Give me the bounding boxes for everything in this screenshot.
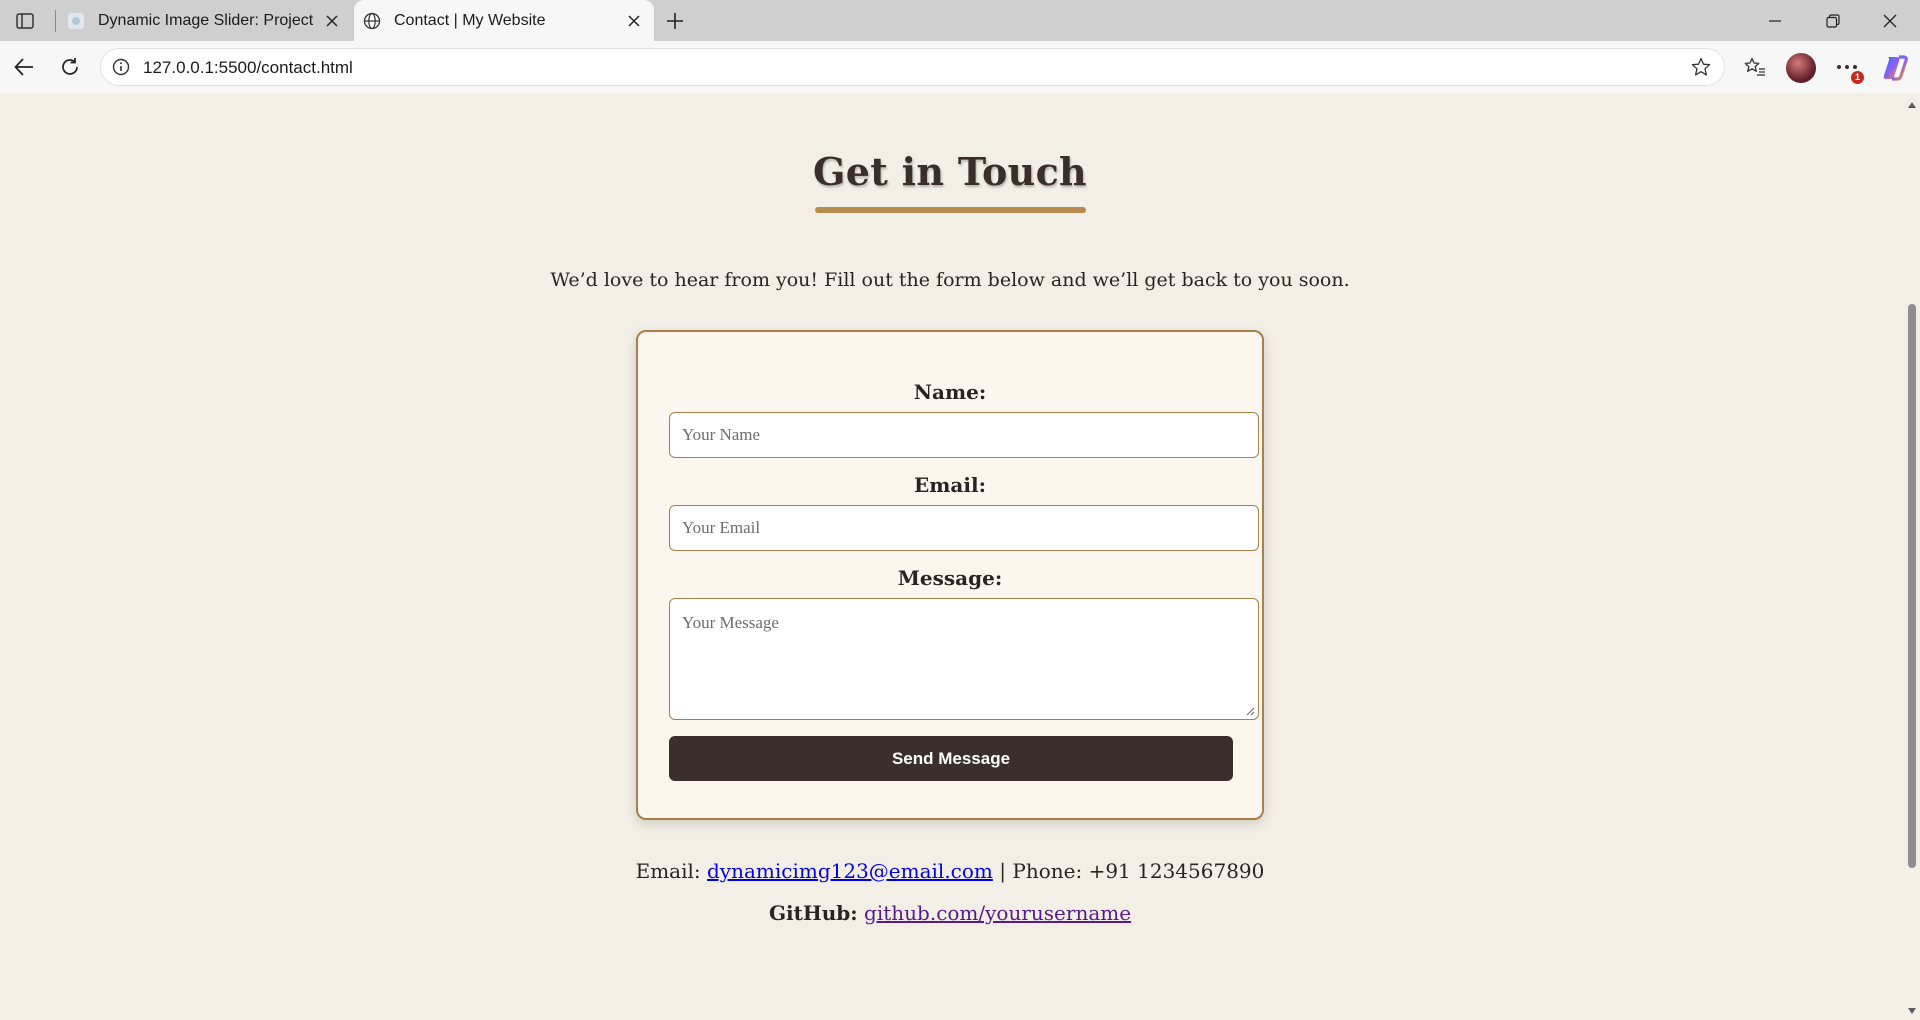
resize-grip-icon[interactable] [1245,706,1255,716]
vertical-scrollbar[interactable] [1903,93,1920,1020]
minimize-button[interactable] [1747,0,1803,41]
email-input[interactable]: Your Email [669,505,1259,551]
tab-contact[interactable]: Contact | My Website [354,0,654,41]
github-info: GitHub: github.com/yourusername [0,901,1900,925]
name-placeholder: Your Name [682,425,761,444]
new-tab-button[interactable] [660,7,690,35]
message-label: Message: [897,566,1003,590]
tab-separator [55,10,56,32]
profile-avatar[interactable] [1786,53,1816,83]
email-label: Email: [914,473,986,497]
arrow-left-icon [14,58,33,76]
copilot-icon [1883,55,1908,81]
tab-title: Dynamic Image Slider: Project Pho [98,11,318,29]
tab-image-slider[interactable]: Dynamic Image Slider: Project Pho [58,0,352,41]
separator: | [999,859,1006,883]
close-icon [1883,14,1897,27]
message-placeholder: Your Message [682,613,779,632]
address-bar[interactable]: 127.0.0.1:5500/contact.html [100,48,1725,86]
scroll-down-icon[interactable] [1906,1005,1917,1016]
close-tab-icon[interactable] [318,7,346,35]
page-title: Get in Touch [813,149,1087,194]
close-window-button[interactable] [1862,0,1918,41]
email-prefix: Email: [635,859,701,883]
phone-label: Phone: [1012,859,1083,883]
restore-button[interactable] [1805,0,1861,41]
plus-icon [667,13,683,29]
tab-bar: Dynamic Image Slider: Project Pho Contac… [0,0,1920,41]
scrollbar-thumb[interactable] [1908,304,1916,868]
github-label: GitHub: [768,901,858,925]
globe-icon [362,11,382,31]
copilot-button[interactable] [1880,53,1910,83]
page-viewport: Get in Touch We’d love to hear from you!… [0,93,1920,1020]
send-message-button[interactable]: Send Message [669,736,1233,781]
restore-icon [1826,13,1840,28]
name-label: Name: [913,380,987,404]
notification-badge: 1 [1851,71,1864,84]
sidebar-layout-icon [16,13,34,29]
scroll-up-icon[interactable] [1906,99,1917,110]
site-info-icon[interactable] [111,57,131,77]
phone-number: +91 1234567890 [1088,859,1265,883]
email-placeholder: Your Email [682,518,761,537]
message-textarea[interactable]: Your Message [669,598,1259,720]
favorite-star-icon[interactable] [1690,56,1712,78]
contact-form: Name: Your Name Email: Your Email Messag… [636,330,1264,820]
intro-text: We’d love to hear from you! Fill out the… [550,269,1350,291]
back-button[interactable] [8,51,40,83]
name-input[interactable]: Your Name [669,412,1259,458]
email-link[interactable]: dynamicimg123@email.com [707,859,993,883]
contact-info: Email: dynamicimg123@email.com | Phone: … [0,859,1900,883]
browser-toolbar: 127.0.0.1:5500/contact.html 1 [0,41,1920,93]
minimize-icon [1769,19,1781,22]
favorites-list-icon [1744,57,1765,76]
github-link[interactable]: github.com/yourusername [864,901,1131,925]
ellipsis-icon [1837,65,1857,69]
reload-icon [62,58,78,75]
address-url[interactable]: 127.0.0.1:5500/contact.html [143,58,353,78]
more-options-button[interactable]: 1 [1831,51,1864,84]
tab-actions-button[interactable] [10,8,40,34]
title-underline [815,207,1086,213]
reload-button[interactable] [54,51,86,83]
favorites-button[interactable] [1739,51,1771,83]
contact-page: Get in Touch We’d love to hear from you!… [0,93,1903,1020]
tab-title: Contact | My Website [394,11,546,29]
close-tab-icon[interactable] [620,7,648,35]
page-favicon-icon [66,11,86,31]
